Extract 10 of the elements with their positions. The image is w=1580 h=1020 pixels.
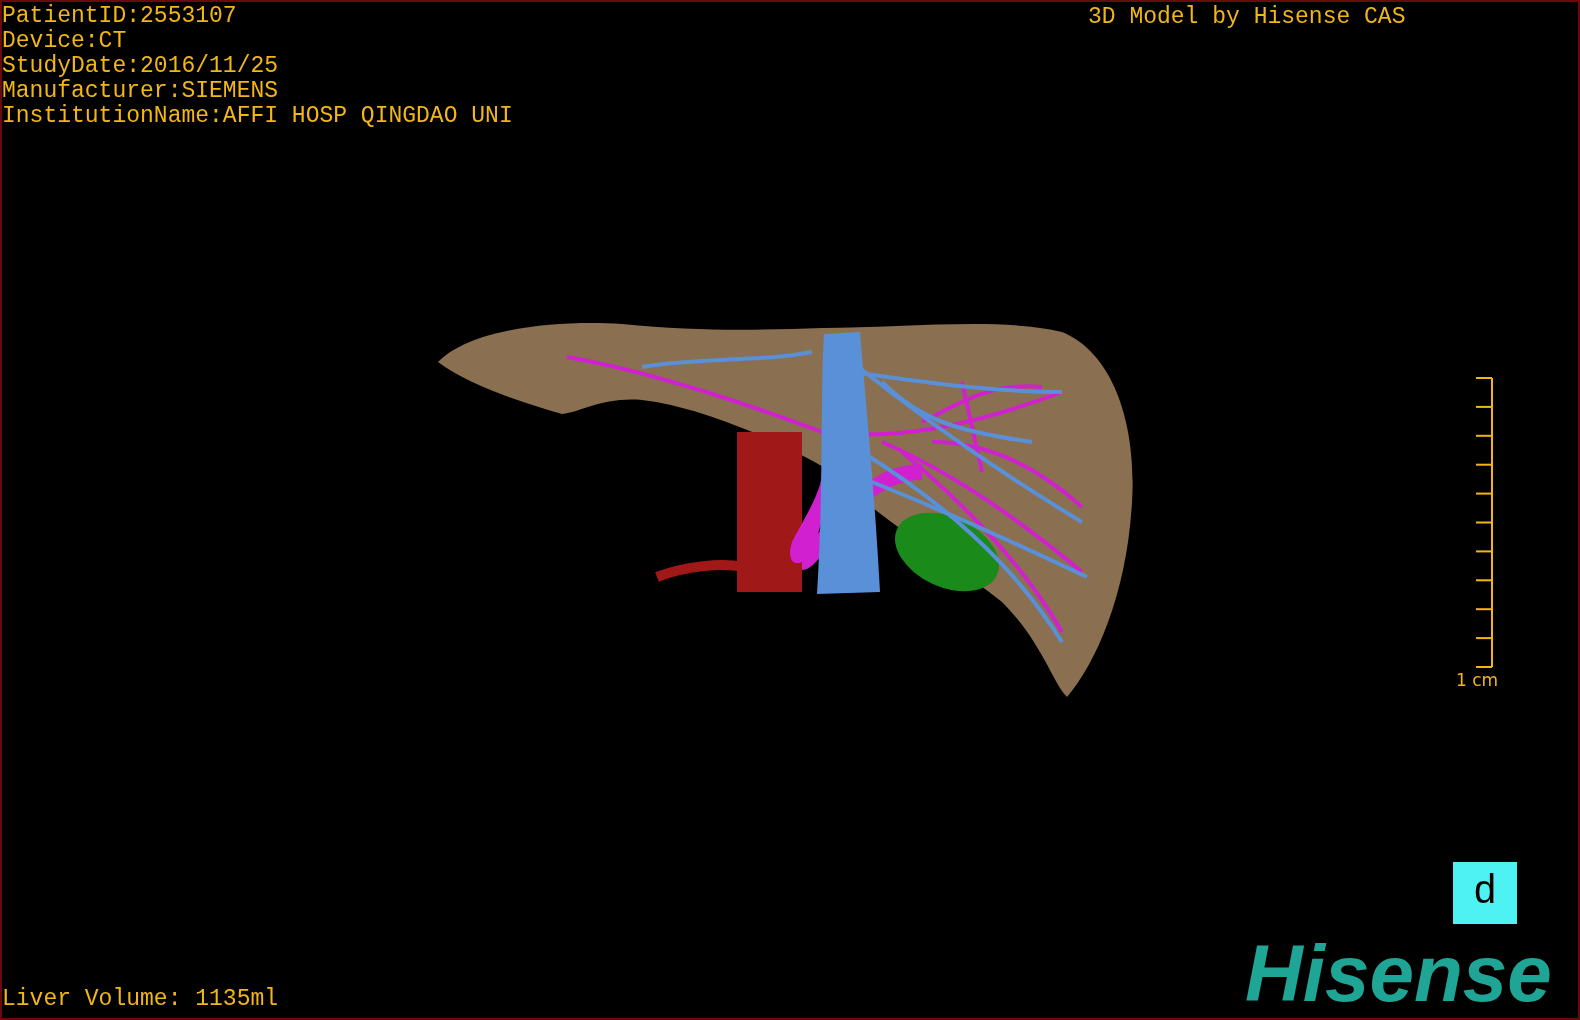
info-line: StudyDate:2016/11/25 (2, 54, 280, 79)
info-line: PatientID:2553107 (2, 4, 238, 29)
scale-label: 1 cm (1456, 670, 1499, 690)
model-caption: 3D Model by Hisense CAS (1088, 5, 1406, 30)
info-line: InstitutionName:AFFI HOSP QINGDAO UNI (2, 104, 513, 129)
info-line: Device:CT (2, 29, 128, 54)
info-line: Manufacturer:SIEMENS (2, 79, 280, 104)
liver-volume: Liver Volume: 1135ml (2, 987, 279, 1012)
view-button[interactable]: d (1453, 862, 1517, 924)
brand-logo: Hisense (1245, 938, 1552, 1010)
